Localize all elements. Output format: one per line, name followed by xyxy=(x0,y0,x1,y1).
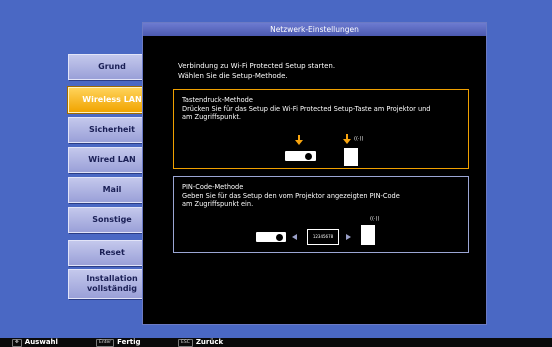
footer-bar: ✥ Auswahl Enter Fertig ESC Zurück xyxy=(0,338,552,347)
pin-method-line-2: am Zugriffspunkt ein. xyxy=(182,200,254,209)
intro-text: Verbindung zu Wi-Fi Protected Setup star… xyxy=(178,61,335,81)
arrow-right-icon xyxy=(346,234,351,240)
footer-select: ✥ Auswahl xyxy=(12,338,58,347)
projector-icon xyxy=(256,232,286,242)
panel-title: Netzwerk-Einstellungen xyxy=(143,23,486,36)
pin-method-title: PIN-Code-Methode xyxy=(182,183,244,191)
push-method-line-2: am Zugriffspunkt. xyxy=(182,113,242,122)
intro-line-1: Verbindung zu Wi-Fi Protected Setup star… xyxy=(178,62,336,70)
menu-item-label: Sonstige xyxy=(92,215,132,224)
wireless-signal-icon: ((·)) xyxy=(370,216,380,222)
access-point-icon xyxy=(361,225,375,245)
menu-item-label: Grund xyxy=(98,62,126,71)
menu-item-label: Wired LAN xyxy=(88,155,136,164)
footer-esc-label: Zurück xyxy=(195,338,224,346)
select-cross-icon: ✥ xyxy=(12,338,22,347)
footer-select-label: Auswahl xyxy=(24,338,58,346)
access-point-icon xyxy=(344,148,358,166)
menu-item-label: Mail xyxy=(102,185,122,194)
menu-item-label: Installation vollständig xyxy=(86,274,138,293)
menu-item-label: Wireless LAN xyxy=(82,95,142,104)
wireless-signal-icon: ((·)) xyxy=(354,136,364,142)
settings-panel: Netzwerk-Einstellungen Verbindung zu Wi-… xyxy=(142,22,487,325)
footer-esc[interactable]: ESC Zurück xyxy=(178,338,223,347)
enter-key-icon: Enter xyxy=(96,338,115,347)
arrow-left-icon xyxy=(292,234,297,240)
menu-item-label: Reset xyxy=(99,248,125,257)
projector-icon xyxy=(285,151,316,161)
push-method-line-1: Drücken Sie für das Setup die Wi-Fi Prot… xyxy=(182,104,431,113)
intro-line-2: Wählen Sie die Setup-Methode. xyxy=(178,72,288,80)
pin-code-method-option[interactable]: PIN-Code-Methode Geben Sie für das Setup… xyxy=(173,176,469,253)
push-method-title: Tastendruck-Methode xyxy=(182,96,253,104)
pin-method-line-1: Geben Sie für das Setup den vom Projekto… xyxy=(182,191,400,200)
push-button-method-option[interactable]: Tastendruck-Methode Drücken Sie für das … xyxy=(173,89,469,169)
esc-key-icon: ESC xyxy=(178,338,193,347)
footer-enter[interactable]: Enter Fertig xyxy=(96,338,141,347)
menu-item-label: Sicherheit xyxy=(89,125,135,134)
footer-enter-label: Fertig xyxy=(117,338,141,346)
pin-code-display: 12345678 xyxy=(307,229,339,245)
